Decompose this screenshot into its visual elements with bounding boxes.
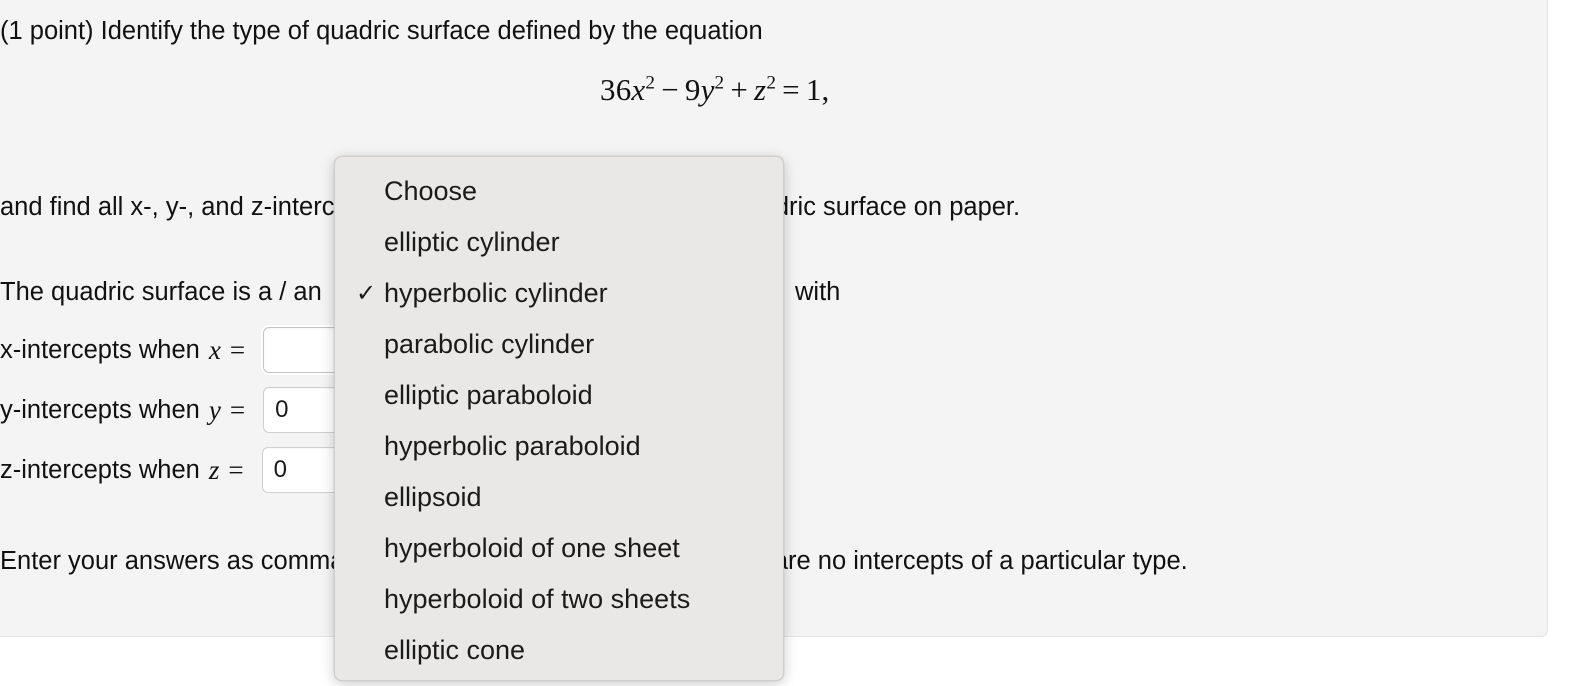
answer-row-y-equals: =: [229, 394, 246, 425]
dropdown-option-label: elliptic cylinder: [384, 227, 560, 257]
equation-right-hand-side: 1,: [805, 72, 830, 107]
answer-row-y-label: -intercepts when: [12, 395, 200, 424]
equation-variable-2: y: [700, 72, 715, 107]
dropdown-option-hyperbolic-cylinder[interactable]: ✓ hyperbolic cylinder: [335, 268, 783, 319]
problem-heading: (1 point) Identify the type of quadric s…: [0, 17, 763, 45]
equation-exponent-2: 2: [714, 72, 725, 94]
answer-row-z-prefix: z: [0, 455, 13, 484]
dropdown-option-label: elliptic cone: [384, 635, 526, 665]
dropdown-option-elliptic-cylinder[interactable]: elliptic cylinder: [335, 217, 783, 268]
equation-operator-1: −: [661, 72, 679, 107]
answer-row-z-variable: z: [208, 454, 220, 485]
dropdown-option-choose[interactable]: Choose: [335, 166, 783, 217]
equation-coefficient-2: 9: [684, 72, 701, 107]
dropdown-option-label: hyperbolic paraboloid: [384, 431, 641, 461]
dropdown-option-label: hyperboloid of two sheets: [384, 584, 691, 614]
dropdown-option-label: hyperbolic cylinder: [384, 278, 608, 308]
equation-variable-1: x: [631, 72, 646, 107]
dropdown-option-ellipsoid[interactable]: ellipsoid: [335, 472, 783, 523]
dropdown-option-elliptic-paraboloid[interactable]: elliptic paraboloid: [335, 370, 783, 421]
answer-row-y-prefix: y: [0, 395, 13, 424]
dropdown-option-label: elliptic paraboloid: [384, 380, 593, 410]
classify-prefix-text: The quadric surface is a / an: [0, 278, 322, 306]
dropdown-option-label: parabolic cylinder: [384, 329, 595, 359]
classify-suffix-text: with: [795, 278, 841, 306]
quadric-equation: 36x2−9y2 + z2 = 1,: [600, 72, 829, 108]
answer-row-y-variable: y: [208, 394, 221, 425]
equation-exponent-3: 2: [766, 72, 777, 94]
equation-operator-3: =: [782, 72, 800, 107]
dropdown-option-hyperboloid-one-sheet[interactable]: hyperboloid of one sheet: [335, 523, 783, 574]
answer-row-z-label: -intercepts when: [12, 455, 200, 484]
answer-row-x-prefix: x: [0, 335, 13, 364]
dropdown-option-label: Choose: [384, 176, 478, 206]
dropdown-option-label: hyperboloid of one sheet: [384, 533, 680, 563]
check-icon: ✓: [356, 279, 377, 307]
dropdown-option-label: ellipsoid: [384, 482, 482, 512]
answer-row-x-equals: =: [229, 334, 246, 365]
equation-coefficient-1: 36: [600, 72, 632, 107]
dropdown-option-elliptic-cone[interactable]: elliptic cone: [335, 625, 783, 676]
answer-row-x-label: -intercepts when: [12, 335, 200, 364]
answer-row-z-equals: =: [228, 454, 244, 485]
surface-type-dropdown-popup[interactable]: Choose elliptic cylinder ✓ hyperbolic cy…: [334, 156, 784, 681]
equation-operator-2: +: [730, 72, 749, 107]
dropdown-option-hyperboloid-two-sheets[interactable]: hyperboloid of two sheets: [335, 574, 783, 625]
equation-variable-3: z: [754, 72, 767, 107]
dropdown-option-hyperbolic-paraboloid[interactable]: hyperbolic paraboloid: [335, 421, 783, 472]
equation-exponent-1: 2: [645, 72, 656, 94]
answer-row-x-variable: x: [208, 334, 221, 365]
dropdown-option-parabolic-cylinder[interactable]: parabolic cylinder: [335, 319, 783, 370]
